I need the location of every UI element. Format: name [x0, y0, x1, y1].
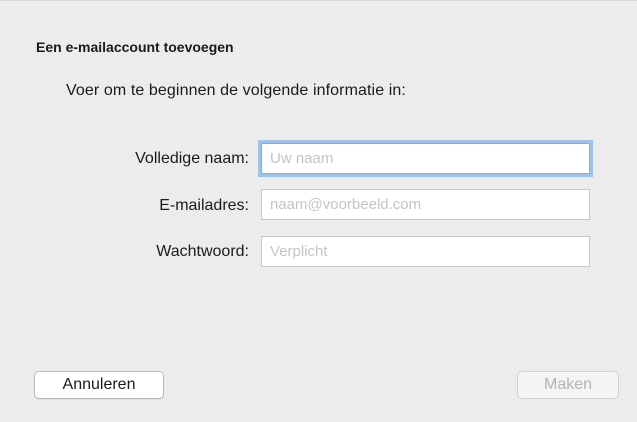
dialog-title: Een e-mailaccount toevoegen — [36, 39, 234, 55]
cancel-button[interactable]: Annuleren — [34, 371, 164, 399]
add-email-account-dialog: Een e-mailaccount toevoegen Voer om te b… — [0, 0, 637, 422]
email-label: E-mailadres: — [159, 197, 249, 214]
password-field[interactable] — [261, 236, 590, 267]
password-label: Wachtwoord: — [156, 243, 249, 260]
full-name-field[interactable] — [261, 143, 590, 174]
full-name-label: Volledige naam: — [135, 150, 249, 167]
email-field[interactable] — [261, 189, 590, 220]
create-button[interactable]: Maken — [517, 371, 619, 399]
dialog-instructions: Voer om te beginnen de volgende informat… — [66, 82, 406, 99]
